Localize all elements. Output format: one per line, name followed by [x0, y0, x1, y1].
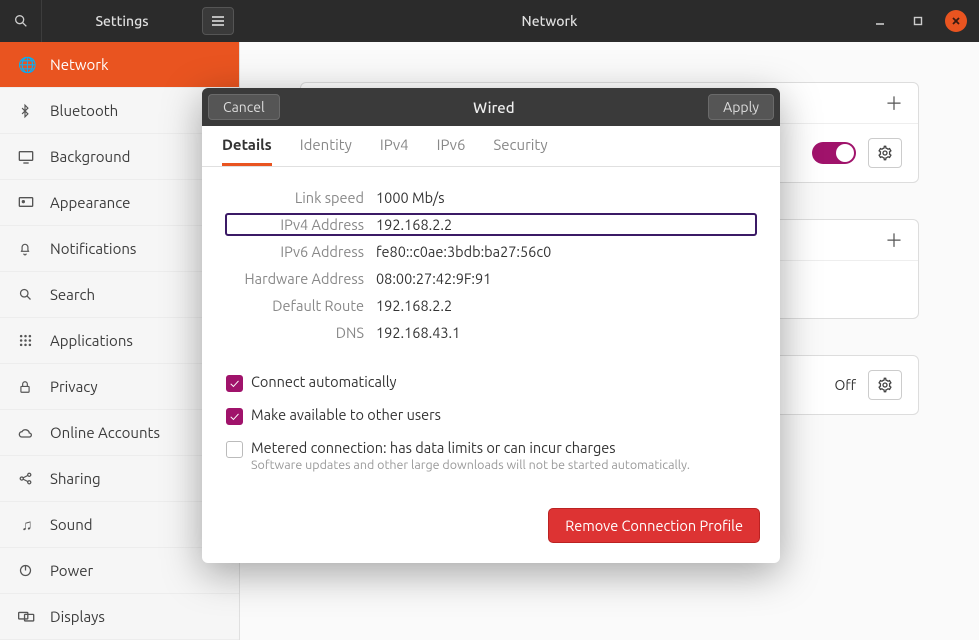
check-metered-label: Metered connection: has data limits or c…	[251, 439, 690, 456]
label-dns: DNS	[226, 324, 376, 341]
dialog-header: Cancel Wired Apply	[202, 88, 780, 126]
title-left: Settings	[0, 0, 240, 42]
apply-button[interactable]: Apply	[708, 94, 774, 120]
hamburger-icon	[211, 15, 225, 27]
vpn-add-button[interactable]: ＋	[884, 230, 904, 250]
close-button[interactable]	[945, 10, 967, 32]
sidebar-item-displays[interactable]: Displays	[0, 594, 239, 640]
sidebar-item-label: Power	[50, 562, 93, 579]
window-controls	[859, 10, 979, 32]
label-link-speed: Link speed	[226, 189, 376, 206]
bell-icon	[18, 241, 36, 257]
label-hardware: Hardware Address	[226, 270, 376, 287]
search-icon	[13, 13, 29, 29]
sidebar-item-label: Search	[50, 286, 95, 303]
dialog-tabs: Details Identity IPv4 IPv6 Security	[202, 126, 780, 167]
check-auto-label: Connect automatically	[251, 373, 396, 390]
lock-icon	[18, 379, 36, 395]
dialog-title: Wired	[280, 99, 708, 116]
displays-icon	[18, 610, 36, 624]
check-share-label: Make available to other users	[251, 406, 441, 423]
display-icon	[18, 150, 36, 164]
value-link-speed: 1000 Mb/s	[376, 189, 445, 206]
tab-ipv6[interactable]: IPv6	[437, 136, 466, 166]
sidebar-item-label: Appearance	[50, 194, 130, 211]
value-route: 192.168.2.2	[376, 297, 452, 314]
globe-icon: 🌐	[18, 56, 36, 74]
checkbox-metered[interactable]	[226, 441, 243, 458]
value-ipv6: fe80::c0ae:3bdb:ba27:56c0	[376, 243, 551, 260]
label-ipv4: IPv4 Address	[226, 216, 376, 233]
search-icon	[18, 287, 36, 302]
maximize-icon	[913, 16, 923, 26]
sidebar-item-label: Sound	[50, 516, 93, 533]
label-route: Default Route	[226, 297, 376, 314]
bluetooth-icon	[18, 103, 36, 119]
check-share[interactable]: ✓ Make available to other users	[226, 406, 756, 425]
gear-icon	[877, 145, 893, 161]
settings-label: Settings	[42, 13, 202, 29]
proxy-status: Off	[834, 377, 856, 393]
wired-dialog: Cancel Wired Apply Details Identity IPv4…	[202, 88, 780, 563]
apps-icon	[18, 333, 36, 348]
minimize-icon	[875, 16, 885, 26]
value-dns: 192.168.43.1	[376, 324, 460, 341]
appearance-icon	[18, 196, 36, 210]
label-ipv6: IPv6 Address	[226, 243, 376, 260]
hamburger-button[interactable]	[202, 7, 234, 35]
sidebar-item-label: Background	[50, 148, 130, 165]
wired-toggle[interactable]	[812, 142, 856, 164]
search-button[interactable]	[0, 0, 42, 42]
tab-details[interactable]: Details	[222, 136, 272, 166]
sidebar-item-label: Online Accounts	[50, 424, 160, 441]
sidebar-item-label: Applications	[50, 332, 133, 349]
window-title: Network	[240, 13, 859, 29]
minimize-button[interactable]	[869, 10, 891, 32]
row-hardware: Hardware Address 08:00:27:42:9F:91	[226, 270, 756, 287]
share-icon	[18, 471, 36, 486]
row-dns: DNS 192.168.43.1	[226, 324, 756, 341]
cloud-icon	[18, 427, 36, 439]
proxy-settings-button[interactable]	[868, 370, 902, 400]
wired-add-button[interactable]: ＋	[884, 93, 904, 113]
sidebar-item-label: Notifications	[50, 240, 136, 257]
cancel-button[interactable]: Cancel	[208, 94, 280, 120]
sidebar-item-network[interactable]: 🌐 Network	[0, 42, 239, 88]
sidebar-item-label: Privacy	[50, 378, 98, 395]
row-route: Default Route 192.168.2.2	[226, 297, 756, 314]
sidebar-item-label: Displays	[50, 608, 105, 625]
check-metered[interactable]: Metered connection: has data limits or c…	[226, 439, 756, 472]
dialog-body: Link speed 1000 Mb/s IPv4 Address 192.16…	[202, 167, 780, 490]
tab-identity[interactable]: Identity	[300, 136, 352, 166]
checkbox-auto[interactable]: ✓	[226, 375, 243, 392]
tab-security[interactable]: Security	[493, 136, 547, 166]
value-ipv4: 192.168.2.2	[376, 216, 452, 233]
row-link-speed: Link speed 1000 Mb/s	[226, 189, 756, 206]
gear-icon	[877, 377, 893, 393]
remove-profile-button[interactable]: Remove Connection Profile	[548, 508, 760, 543]
close-icon	[951, 16, 961, 26]
row-ipv6: IPv6 Address fe80::c0ae:3bdb:ba27:56c0	[226, 243, 756, 260]
row-ipv4: IPv4 Address 192.168.2.2	[226, 214, 756, 235]
sidebar-item-label: Network	[50, 56, 109, 73]
sound-icon: ♫	[18, 516, 36, 534]
sidebar-item-label: Sharing	[50, 470, 101, 487]
check-metered-sub: Software updates and other large downloa…	[251, 458, 690, 472]
checkbox-share[interactable]: ✓	[226, 408, 243, 425]
tab-ipv4[interactable]: IPv4	[380, 136, 409, 166]
value-hardware: 08:00:27:42:9F:91	[376, 270, 491, 287]
wired-settings-button[interactable]	[868, 138, 902, 168]
sidebar-item-label: Bluetooth	[50, 102, 118, 119]
power-icon	[18, 563, 36, 578]
check-connect-auto[interactable]: ✓ Connect automatically	[226, 373, 756, 392]
title-bar: Settings Network	[0, 0, 979, 42]
dialog-footer: Remove Connection Profile	[202, 490, 780, 563]
maximize-button[interactable]	[907, 10, 929, 32]
